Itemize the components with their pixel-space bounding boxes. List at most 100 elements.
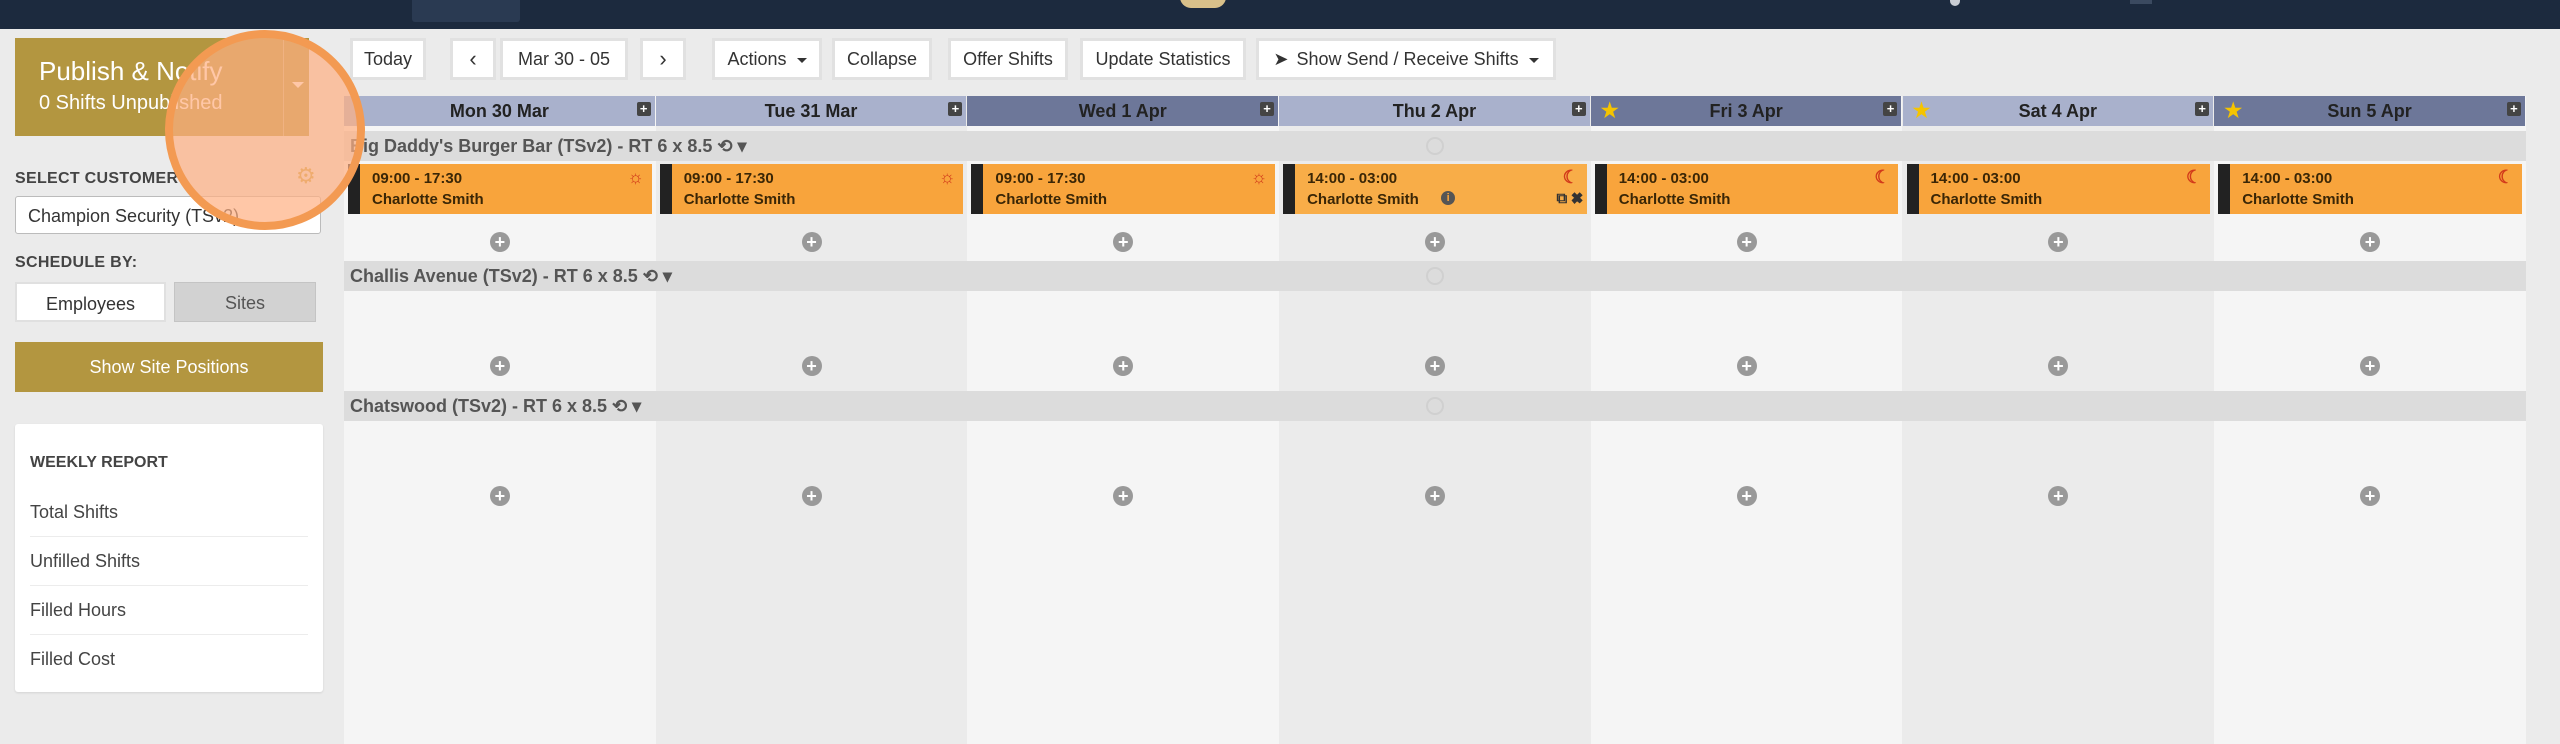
shift-employee: Charlotte Smith: [372, 191, 484, 208]
day-header[interactable]: Thu 2 Apr +: [1279, 96, 1590, 126]
add-shift-icon[interactable]: +: [2360, 232, 2381, 252]
add-shift-icon[interactable]: +: [1424, 356, 1445, 376]
refresh-icon[interactable]: ⟲: [607, 396, 632, 416]
star-icon: ★: [1912, 100, 1931, 122]
add-shift-icon[interactable]: +: [801, 232, 822, 252]
schedule-by-sites-button[interactable]: Sites: [174, 282, 316, 322]
next-week-button[interactable]: ›: [640, 38, 686, 80]
day-header-label: Mon 30 Mar: [449, 101, 549, 121]
add-day-icon[interactable]: +: [1883, 102, 1898, 116]
moon-icon: ☾: [1874, 167, 1891, 187]
add-shift-icon[interactable]: +: [489, 356, 510, 376]
add-shift-icon[interactable]: +: [2360, 356, 2381, 376]
moon-icon: ☾: [2497, 167, 2514, 187]
add-shift-icon[interactable]: +: [1424, 486, 1445, 506]
day-header[interactable]: ★ Fri 3 Apr +: [1590, 96, 1902, 126]
sun-icon: ☼: [627, 167, 644, 187]
shift-time: 14:00 - 03:00: [2242, 170, 2333, 187]
day-header[interactable]: Mon 30 Mar +: [344, 96, 655, 126]
previous-week-button[interactable]: ‹: [450, 38, 496, 80]
schedule-grid: Mon 30 Mar + Tue 31 Mar + Wed 1 Apr + Thu 2 Ap…: [344, 96, 2526, 744]
report-item-filled-hours[interactable]: Filled Hours: [30, 586, 308, 635]
add-shift-icon[interactable]: +: [1736, 356, 1757, 376]
collapse-button[interactable]: Collapse: [832, 38, 932, 80]
site-row-header[interactable]: Chatswood (TSv2) - RT 6 x 8.5 ⟲ ▾: [344, 391, 2526, 421]
site-row-header[interactable]: Big Daddy's Burger Bar (TSv2) - RT 6 x 8…: [344, 131, 2526, 161]
offer-shifts-button[interactable]: Offer Shifts: [948, 38, 1068, 80]
site-name: Big Daddy's Burger Bar (TSv2) - RT 6 x 8…: [350, 131, 747, 161]
shift-employee: Charlotte Smith: [683, 191, 796, 208]
add-shift-icon[interactable]: +: [2360, 486, 2381, 506]
shift-employee: Charlotte Smith: [995, 191, 1108, 208]
schedule-by-label: SCHEDULE BY:: [15, 254, 138, 271]
unpublished-count: 0 Shifts Unpublished: [39, 92, 223, 114]
shift-card[interactable]: 14:00 - 03:00 Charlotte Smith ☾: [2218, 164, 2522, 214]
chevron-down-icon[interactable]: ▾: [632, 396, 641, 416]
shift-actions: ⧉ ✖: [1556, 190, 1582, 207]
shift-card[interactable]: 14:00 - 03:00 Charlotte Smith ☾ i ⧉ ✖: [1283, 164, 1587, 214]
today-button[interactable]: Today: [350, 38, 426, 80]
shift-time: 14:00 - 03:00: [1618, 170, 1709, 187]
add-shift-icon[interactable]: +: [489, 486, 510, 506]
shift-time: 14:00 - 03:00: [1930, 170, 2021, 187]
copy-icon[interactable]: ⧉: [1556, 190, 1571, 207]
add-day-icon[interactable]: +: [1260, 102, 1275, 116]
nav-logo[interactable]: [1180, 0, 1226, 8]
add-day-icon[interactable]: +: [2195, 102, 2210, 116]
refresh-icon[interactable]: ⟲: [712, 136, 737, 156]
shift-card[interactable]: 14:00 - 03:00 Charlotte Smith ☾: [1906, 164, 2211, 214]
chevron-down-icon[interactable]: ▾: [737, 136, 746, 156]
add-shift-icon[interactable]: +: [1736, 232, 1757, 252]
info-icon[interactable]: i: [1441, 191, 1456, 205]
site-name: Chatswood (TSv2) - RT 6 x 8.5 ⟲ ▾: [350, 391, 641, 421]
shift-card[interactable]: 14:00 - 03:00 Charlotte Smith ☾: [1594, 164, 1899, 214]
day-header-label: Tue 31 Mar: [764, 101, 858, 121]
add-shift-icon[interactable]: +: [801, 486, 822, 506]
nav-tab[interactable]: [412, 0, 520, 22]
add-shift-icon[interactable]: +: [1424, 232, 1445, 252]
nav-icon[interactable]: [1950, 0, 1960, 6]
day-header-label: Fri 3 Apr: [1709, 101, 1783, 121]
sun-icon: ☼: [938, 167, 956, 187]
nav-icon[interactable]: [2130, 0, 2152, 4]
site-name: Challis Avenue (TSv2) - RT 6 x 8.5 ⟲ ▾: [350, 261, 672, 291]
schedule-by-employees-button[interactable]: Employees: [15, 282, 166, 322]
shift-employee: Charlotte Smith: [1930, 191, 2043, 208]
close-icon[interactable]: ✖: [1571, 190, 1582, 207]
shift-employee: Charlotte Smith: [1618, 191, 1731, 208]
add-day-icon[interactable]: +: [1571, 102, 1586, 116]
publish-dropdown-toggle[interactable]: [283, 38, 310, 136]
day-header[interactable]: Tue 31 Mar +: [655, 96, 967, 126]
report-item-filled-cost[interactable]: Filled Cost: [30, 635, 308, 683]
add-day-icon[interactable]: +: [636, 102, 651, 116]
add-shift-icon[interactable]: +: [801, 356, 822, 376]
day-header[interactable]: ★ Sun 5 Apr +: [2214, 96, 2525, 126]
publish-notify-button[interactable]: Publish & Notify 0 Shifts Unpublished: [15, 38, 309, 136]
day-header[interactable]: Wed 1 Apr +: [967, 96, 1279, 126]
shift-card[interactable]: 09:00 - 17:30 Charlotte Smith ☼: [348, 164, 652, 214]
shift-card[interactable]: 09:00 - 17:30 Charlotte Smith ☼: [659, 164, 964, 214]
site-name-label: Challis Avenue (TSv2) - RT 6 x 8.5: [350, 266, 638, 286]
add-shift-icon[interactable]: +: [1736, 486, 1757, 506]
send-receive-dropdown[interactable]: ➤ Show Send / Receive Shifts: [1256, 38, 1556, 80]
gear-icon[interactable]: ⚙: [296, 165, 316, 187]
date-range-display[interactable]: Mar 30 - 05: [500, 38, 628, 80]
day-header[interactable]: ★ Sat 4 Apr +: [1902, 96, 2214, 126]
site-row-header[interactable]: Challis Avenue (TSv2) - RT 6 x 8.5 ⟲ ▾: [344, 261, 2526, 291]
update-statistics-button[interactable]: Update Statistics: [1080, 38, 1246, 80]
customer-select[interactable]: Champion Security (TSv2): [15, 196, 321, 234]
chevron-down-icon: [292, 82, 304, 88]
actions-dropdown[interactable]: Actions: [712, 38, 822, 80]
add-day-icon[interactable]: +: [948, 102, 963, 116]
report-item-unfilled-shifts[interactable]: Unfilled Shifts: [30, 537, 308, 586]
show-site-positions-button[interactable]: Show Site Positions: [15, 342, 323, 392]
circle-icon: [1425, 137, 1444, 155]
add-day-icon[interactable]: +: [2506, 102, 2521, 116]
shift-card[interactable]: 09:00 - 17:30 Charlotte Smith ☼: [971, 164, 1276, 214]
chevron-down-icon[interactable]: ▾: [663, 266, 672, 286]
report-item-total-shifts[interactable]: Total Shifts: [30, 488, 308, 537]
add-shift-icon[interactable]: +: [489, 232, 510, 252]
weekly-report-panel: WEEKLY REPORT Total Shifts Unfilled Shif…: [15, 424, 323, 692]
chevron-right-icon: ›: [659, 46, 667, 71]
refresh-icon[interactable]: ⟲: [638, 266, 663, 286]
